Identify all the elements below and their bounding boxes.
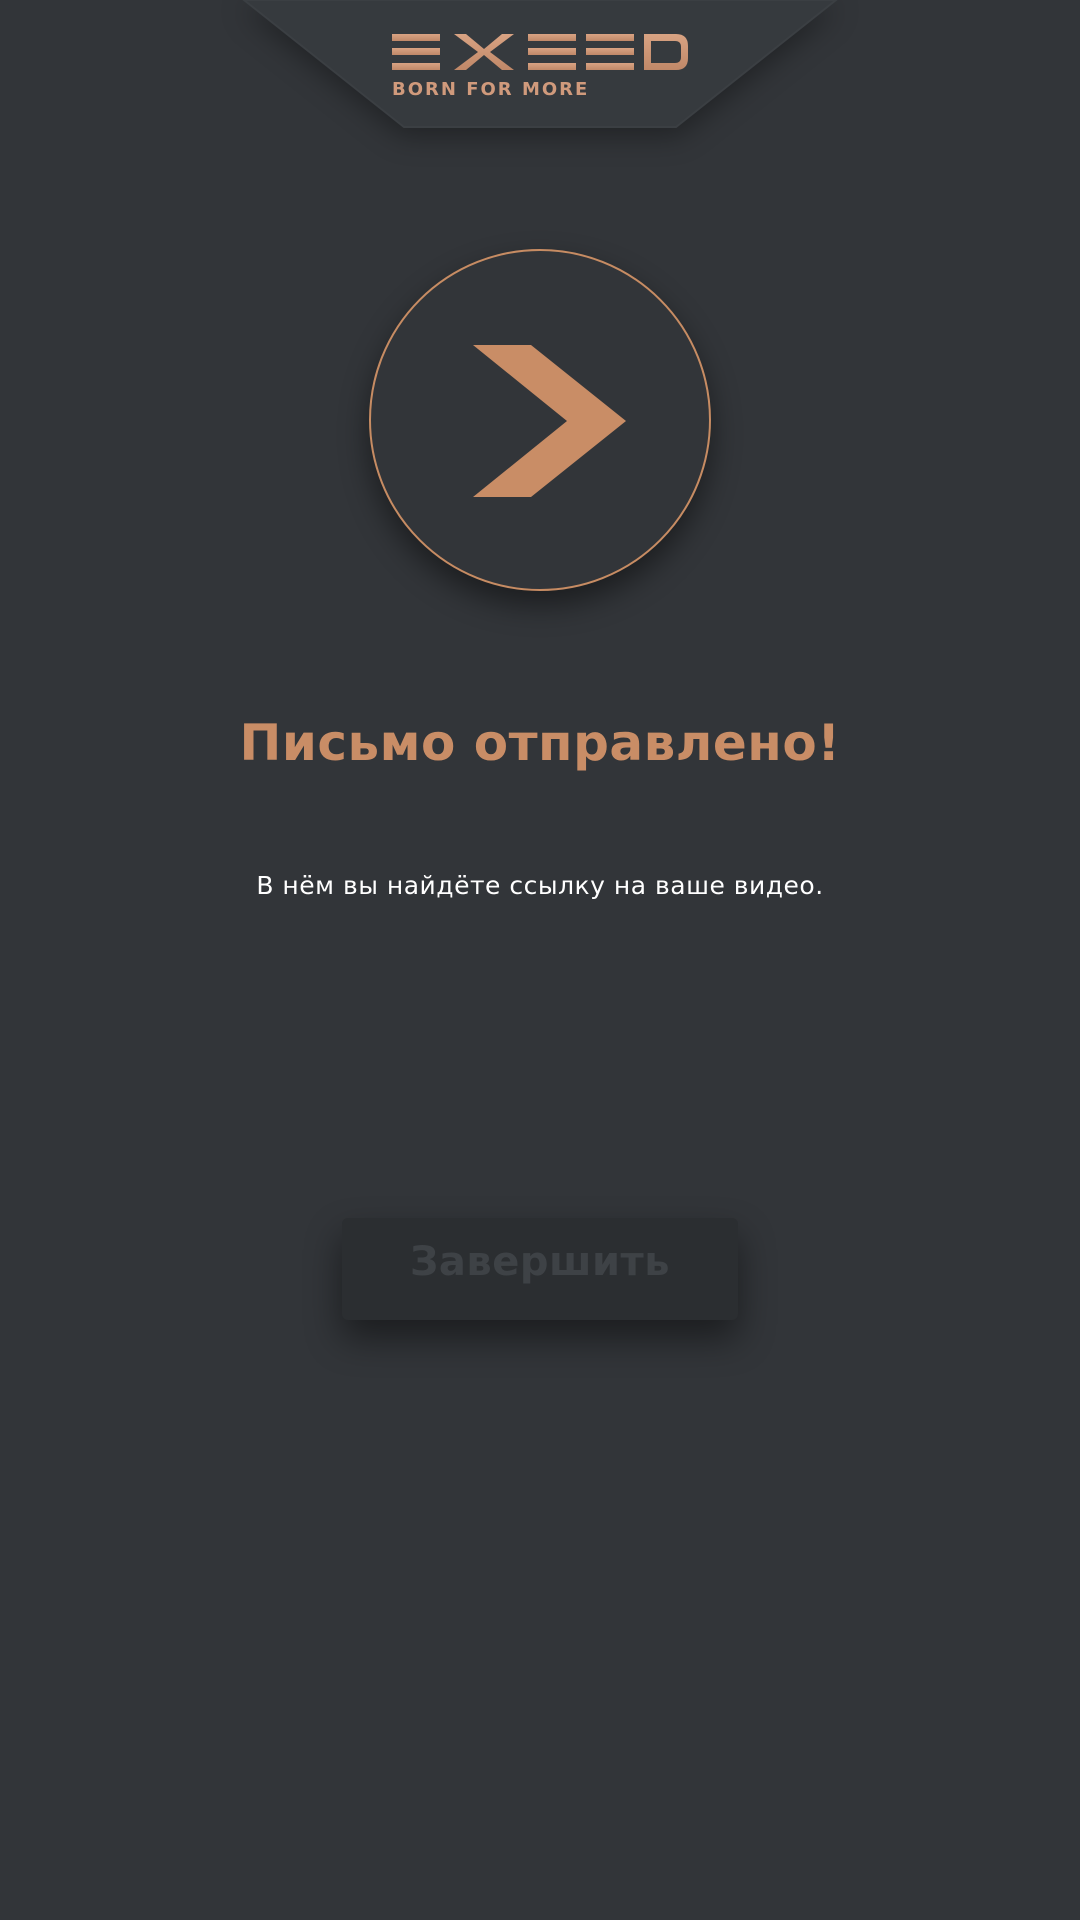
exeed-wordmark xyxy=(392,34,688,70)
finish-button-label: Завершить xyxy=(410,1239,670,1285)
finish-button[interactable]: Завершить xyxy=(342,1218,738,1320)
page-subtitle: В нём вы найдёте ссылку на ваше видео. xyxy=(256,871,824,900)
brand-tagline: BORN FOR MORE xyxy=(392,79,590,100)
chevron-right-icon xyxy=(473,345,626,497)
page-title: Письмо отправлено! xyxy=(239,714,841,772)
success-circle xyxy=(369,249,711,591)
